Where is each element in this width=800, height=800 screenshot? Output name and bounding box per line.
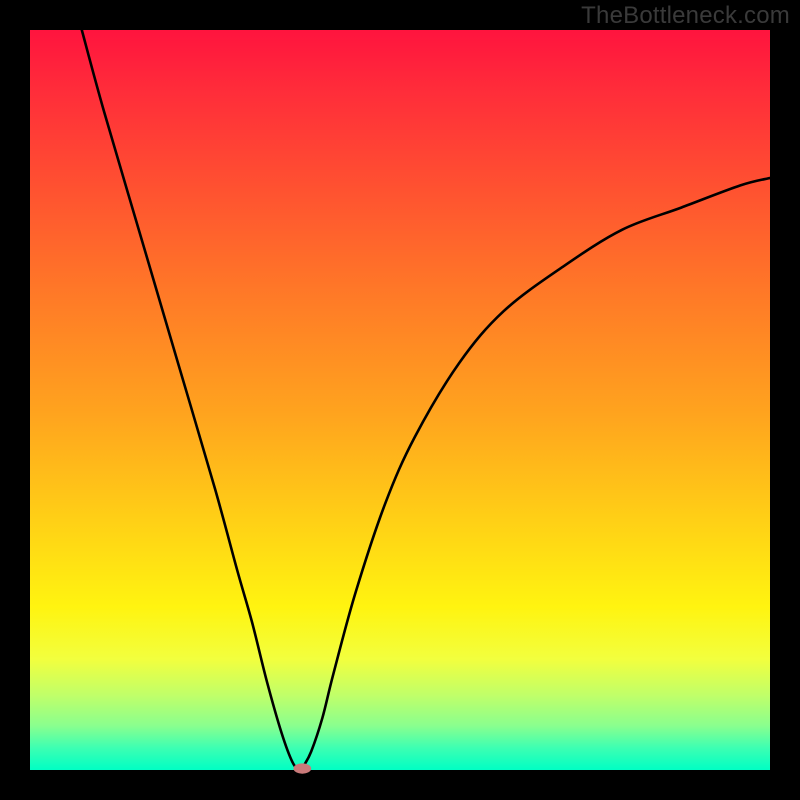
curve-svg [30, 30, 770, 770]
bottleneck-curve [82, 30, 770, 770]
watermark-text: TheBottleneck.com [581, 2, 790, 30]
chart-frame: TheBottleneck.com [0, 0, 800, 800]
plot-area [30, 30, 770, 770]
minimum-marker [293, 763, 311, 773]
